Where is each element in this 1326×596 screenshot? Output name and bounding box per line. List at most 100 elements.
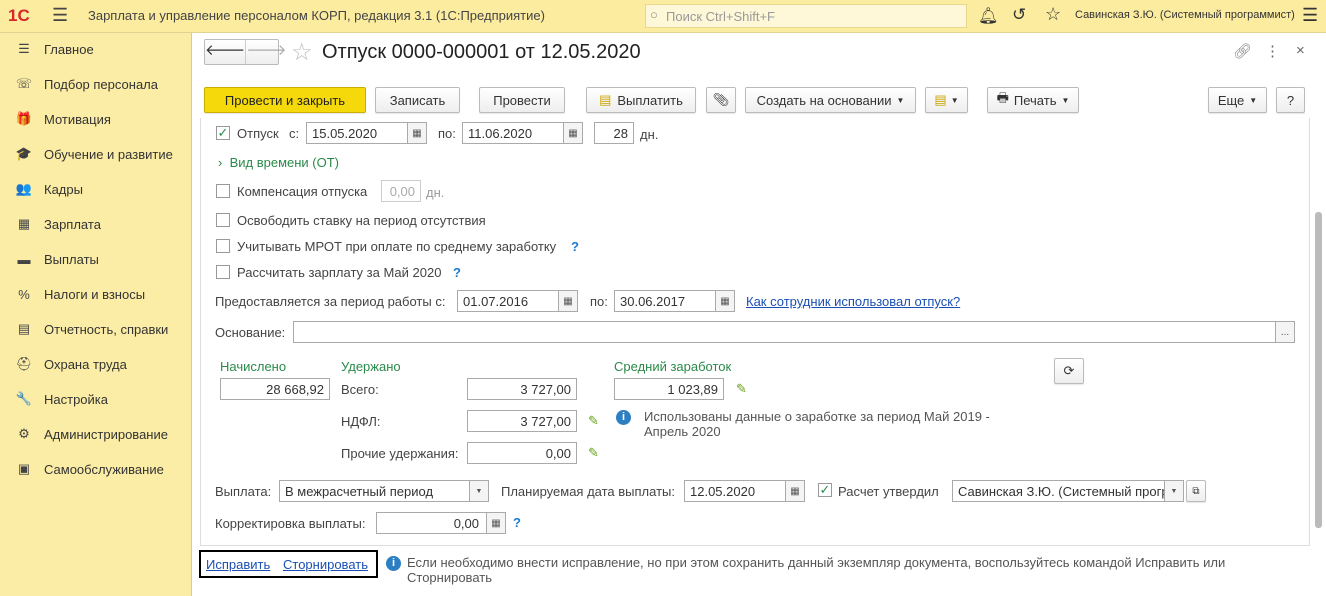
help-button[interactable]: ?	[1276, 87, 1305, 113]
free-rate-checkbox[interactable]	[216, 213, 230, 227]
dropdown-arrow-icon[interactable]: ▼	[1164, 481, 1183, 501]
more-label: Еще	[1217, 92, 1245, 108]
pencil-icon[interactable]: ✎	[736, 381, 747, 397]
print-label: Печать	[1013, 92, 1057, 108]
basis-label: Основание:	[215, 325, 286, 340]
app-title: Зарплата и управление персоналом КОРП, р…	[88, 8, 545, 23]
calendar-icon[interactable]: ▦	[715, 290, 735, 312]
link-icon[interactable]: 🔗︎	[1233, 42, 1252, 60]
withheld-label: Удержано	[341, 359, 401, 374]
avg-earnings-field[interactable]: 1 023,89	[614, 378, 724, 400]
sidebar-item-icon: ⚙	[18, 426, 30, 441]
sidebar-item[interactable]: 🎓 Обучение и развитие	[14, 144, 173, 164]
sidebar-item[interactable]: 🔧 Настройка	[14, 389, 108, 409]
menu-icon[interactable]: ☰	[52, 5, 68, 26]
print-button[interactable]: 🖶 Печать ▼	[987, 87, 1079, 113]
plan-date-field[interactable]: 12.05.2020 ▦	[684, 480, 805, 502]
sidebar-item[interactable]: ☏ Подбор персонала	[14, 74, 158, 94]
document-clock-icon: ▤	[934, 92, 947, 107]
plan-date-value: 12.05.2020	[690, 483, 756, 499]
fix-link[interactable]: Исправить	[206, 557, 270, 572]
help-icon[interactable]: ?	[571, 239, 579, 254]
refresh-button[interactable]: ⟳	[1054, 358, 1084, 384]
approved-checkbox[interactable]: ✓	[818, 483, 832, 497]
ndfl-field[interactable]: 3 727,00	[467, 410, 577, 432]
sidebar-item[interactable]: ▬ Выплаты	[14, 249, 99, 269]
help-icon[interactable]: ?	[513, 515, 521, 530]
period-to-field[interactable]: 30.06.2017 ▦	[614, 290, 735, 312]
vacation-checkbox[interactable]: ✓	[216, 126, 230, 140]
close-icon[interactable]: ×	[1296, 42, 1305, 59]
date-from-field[interactable]: 15.05.2020 ▦	[306, 122, 427, 144]
pencil-icon[interactable]: ✎	[588, 445, 599, 461]
sidebar-item-label: Налоги и взносы	[44, 286, 146, 302]
post-and-close-button[interactable]: Провести и закрыть	[204, 87, 366, 113]
sidebar-item[interactable]: ▦ Зарплата	[14, 214, 101, 234]
history-icon[interactable]: ↺	[1012, 5, 1026, 25]
mrot-checkbox[interactable]	[216, 239, 230, 253]
basis-select-button[interactable]: ...	[1275, 321, 1295, 343]
user-name[interactable]: Савинская З.Ю. (Системный программист)	[1075, 9, 1295, 21]
other-field[interactable]: 0,00	[467, 442, 577, 464]
basis-field[interactable]: ...	[293, 321, 1295, 343]
accrued-label: Начислено	[220, 359, 287, 374]
adjust-field[interactable]: 0,00 ▦	[376, 512, 506, 534]
storno-link[interactable]: Сторнировать	[283, 557, 368, 572]
scrollbar[interactable]	[1313, 124, 1323, 544]
back-button[interactable]: 🡐	[205, 40, 247, 64]
footer-info-text: Если необходимо внести исправление, но п…	[407, 555, 1226, 585]
sidebar-item[interactable]: ▣ Самообслуживание	[14, 459, 164, 479]
calendar-icon[interactable]: ▦	[785, 480, 805, 502]
days-field[interactable]: 28	[594, 122, 634, 144]
open-button[interactable]: ⧉	[1186, 480, 1206, 502]
bell-icon[interactable]: 🔔︎	[978, 6, 998, 26]
compensation-days-field[interactable]: 0,00	[381, 180, 421, 202]
sidebar-item[interactable]: 🎁 Мотивация	[14, 109, 111, 129]
payment-select[interactable]: В межрасчетный период ▼	[279, 480, 489, 502]
related-docs-button[interactable]: ▤ ▼	[925, 87, 968, 113]
calc-salary-checkbox[interactable]	[216, 265, 230, 279]
period-from-field[interactable]: 01.07.2016 ▦	[457, 290, 578, 312]
compensation-checkbox[interactable]	[216, 184, 230, 198]
approved-by-select[interactable]: Савинская З.Ю. (Системный программист)▼	[952, 480, 1184, 502]
forward-button[interactable]: 🡒	[246, 40, 286, 64]
star-icon[interactable]: ☆	[1045, 4, 1061, 25]
dropdown-arrow-icon[interactable]: ▼	[469, 480, 489, 502]
vacation-usage-link[interactable]: Как сотрудник использовал отпуск?	[746, 294, 960, 309]
accrued-field[interactable]: 28 668,92	[220, 378, 330, 400]
help-icon[interactable]: ?	[453, 265, 461, 280]
sidebar-item[interactable]: % Налоги и взносы	[14, 284, 145, 304]
pencil-icon[interactable]: ✎	[588, 413, 599, 429]
sidebar-item-icon: ▬	[17, 251, 31, 267]
paperclip-icon: 📎︎	[712, 92, 730, 107]
total-field[interactable]: 3 727,00	[467, 378, 577, 400]
pay-button[interactable]: ▤ Выплатить	[586, 87, 696, 113]
post-button[interactable]: Провести	[479, 87, 565, 113]
attach-button[interactable]: 📎︎	[706, 87, 736, 113]
more-button[interactable]: Еще ▼	[1208, 87, 1267, 113]
calendar-icon[interactable]: ▦	[558, 290, 578, 312]
calendar-icon[interactable]: ▦	[407, 122, 427, 144]
favorite-star-icon[interactable]: ☆	[291, 38, 313, 67]
calendar-icon[interactable]: ▦	[563, 122, 583, 144]
create-based-on-button[interactable]: Создать на основании ▼	[745, 87, 916, 113]
sidebar-item[interactable]: ☰ Главное	[14, 39, 94, 59]
compensation-label: Компенсация отпуска	[237, 184, 368, 199]
more-vert-icon[interactable]: ⋮	[1265, 42, 1280, 60]
sidebar-item[interactable]: 👥 Кадры	[14, 179, 83, 199]
save-button[interactable]: Записать	[375, 87, 460, 113]
sidebar-item[interactable]: ▤ Отчетность, справки	[14, 319, 168, 339]
printer-icon: 🖶	[996, 90, 1009, 105]
avg-earnings-label: Средний заработок	[614, 359, 732, 374]
sidebar-item-label: Мотивация	[44, 111, 111, 127]
date-to-field[interactable]: 11.06.2020 ▦	[462, 122, 583, 144]
sidebar-item[interactable]: ⛑ Охрана труда	[14, 354, 127, 374]
calculator-icon[interactable]: ▦	[486, 512, 506, 534]
sidebar-item-label: Выплаты	[44, 251, 99, 267]
search-input[interactable]: ○ Поиск Ctrl+Shift+F	[645, 4, 967, 28]
scrollbar-thumb[interactable]	[1315, 212, 1322, 528]
settings-menu-icon[interactable]: ☰	[1302, 5, 1318, 26]
sidebar-item[interactable]: ⚙ Администрирование	[14, 424, 168, 444]
time-kind-toggle[interactable]: › Вид времени (ОТ)	[218, 155, 339, 170]
sidebar-item-label: Настройка	[44, 391, 108, 407]
